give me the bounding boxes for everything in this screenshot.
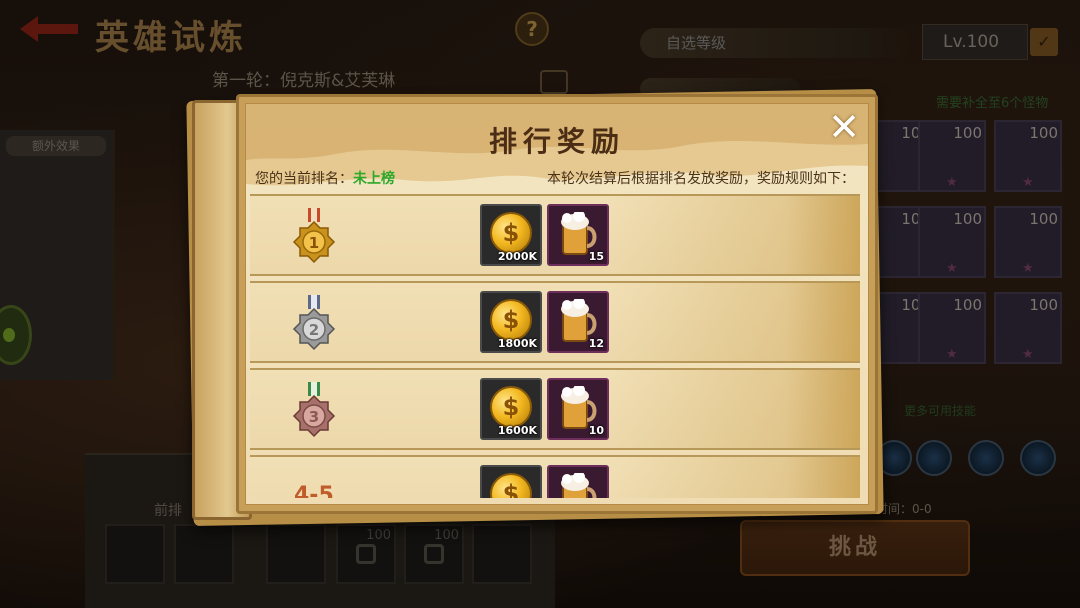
current-rank-label: 您的当前排名： xyxy=(255,171,353,187)
reward-rule-text: 本轮次结算后根据排名发放奖励，奖励规则如下： xyxy=(547,171,855,187)
current-rank: 您的当前排名：未上榜 xyxy=(255,168,395,188)
gold-medal-icon: 1 xyxy=(292,208,336,264)
beer-amount: 15 xyxy=(588,250,604,263)
gold-reward[interactable]: $ 1600K xyxy=(480,378,542,440)
silver-medal-icon: 2 xyxy=(292,295,336,351)
close-icon[interactable]: ✕ xyxy=(824,108,864,148)
gold-amount: 1600K xyxy=(497,424,537,437)
beer-reward[interactable] xyxy=(547,465,609,498)
gold-amount: 1800K xyxy=(497,337,537,350)
modal-title: 排行奖励 xyxy=(488,125,625,158)
coin-icon: $ xyxy=(490,299,532,341)
beer-amount: 12 xyxy=(588,337,604,350)
gold-reward[interactable]: $ 2000K xyxy=(480,204,542,266)
reward-row: 3 $ 1600K 10 xyxy=(250,368,860,450)
beer-amount: 10 xyxy=(588,424,604,437)
reward-row: 4-5 $ xyxy=(250,455,860,498)
beer-reward[interactable]: 15 xyxy=(547,204,609,266)
reward-row: 1 $ 2000K 15 xyxy=(250,194,860,276)
coin-icon: $ xyxy=(490,386,532,428)
rank-number: 1 xyxy=(309,234,319,252)
beer-mug-icon xyxy=(561,473,597,498)
gold-amount: 2000K xyxy=(497,250,537,263)
rank-number: 2 xyxy=(309,321,319,339)
bronze-medal-icon: 3 xyxy=(292,382,336,438)
beer-reward[interactable]: 12 xyxy=(547,291,609,353)
rank-number: 3 xyxy=(309,408,319,426)
reward-row: 2 $ 1800K 12 xyxy=(250,281,860,363)
current-rank-value: 未上榜 xyxy=(353,171,395,187)
coin-icon: $ xyxy=(490,473,532,498)
gold-reward[interactable]: $ xyxy=(480,465,542,498)
reward-list[interactable]: 1 $ 2000K 15 2 $ 1800K 12 3 $ 1600K 10 4… xyxy=(250,192,860,498)
gold-reward[interactable]: $ 1800K xyxy=(480,291,542,353)
rank-range-text: 4-5 xyxy=(294,483,334,498)
coin-icon: $ xyxy=(490,212,532,254)
beer-reward[interactable]: 10 xyxy=(547,378,609,440)
